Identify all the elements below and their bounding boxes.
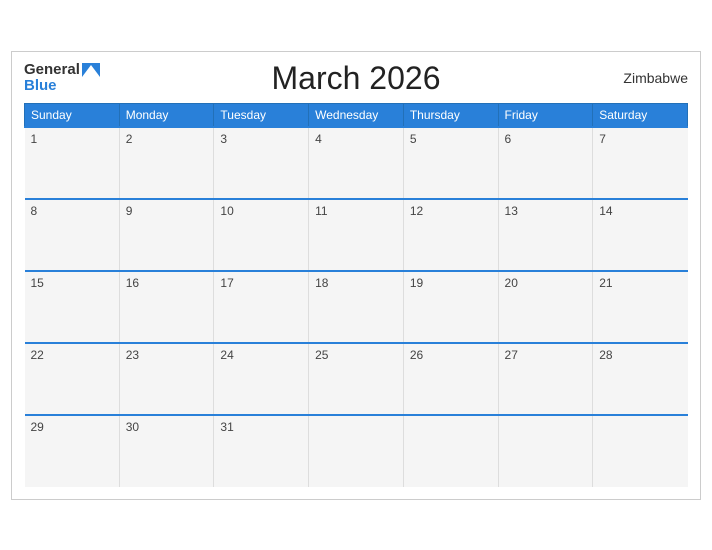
calendar-cell: 24 xyxy=(214,343,309,415)
calendar-cell: 12 xyxy=(403,199,498,271)
day-number: 21 xyxy=(599,276,612,290)
calendar-cell: 8 xyxy=(25,199,120,271)
day-number: 23 xyxy=(126,348,139,362)
weekday-header-row: SundayMondayTuesdayWednesdayThursdayFrid… xyxy=(25,103,688,127)
calendar-cell: 11 xyxy=(309,199,404,271)
day-number: 26 xyxy=(410,348,423,362)
calendar-cell: 6 xyxy=(498,127,593,199)
calendar-cell: 23 xyxy=(119,343,214,415)
logo-flag-icon xyxy=(82,63,100,77)
day-number: 15 xyxy=(31,276,44,290)
week-row-3: 15 16 17 18 19 20 21 xyxy=(25,271,688,343)
day-number: 11 xyxy=(315,204,327,218)
calendar-cell: 31 xyxy=(214,415,309,487)
weekday-header-friday: Friday xyxy=(498,103,593,127)
calendar-cell: 19 xyxy=(403,271,498,343)
calendar-cell: 9 xyxy=(119,199,214,271)
day-number: 2 xyxy=(126,132,133,146)
calendar-wrapper: General Blue March 2026 Zimbabwe SundayM… xyxy=(11,51,701,500)
day-number: 13 xyxy=(505,204,518,218)
calendar-cell xyxy=(403,415,498,487)
week-row-4: 22 23 24 25 26 27 28 xyxy=(25,343,688,415)
day-number: 31 xyxy=(220,420,233,434)
weekday-header-wednesday: Wednesday xyxy=(309,103,404,127)
calendar-cell xyxy=(498,415,593,487)
calendar-cell: 14 xyxy=(593,199,688,271)
logo-general-text: General xyxy=(24,62,80,79)
calendar-cell: 7 xyxy=(593,127,688,199)
week-row-2: 8 9 10 11 12 13 14 xyxy=(25,199,688,271)
day-number: 10 xyxy=(220,204,233,218)
day-number: 9 xyxy=(126,204,133,218)
weekday-header-thursday: Thursday xyxy=(403,103,498,127)
calendar-cell: 25 xyxy=(309,343,404,415)
calendar-cell: 3 xyxy=(214,127,309,199)
calendar-cell xyxy=(309,415,404,487)
day-number: 28 xyxy=(599,348,612,362)
day-number: 14 xyxy=(599,204,612,218)
day-number: 30 xyxy=(126,420,139,434)
calendar-cell: 21 xyxy=(593,271,688,343)
weekday-header-sunday: Sunday xyxy=(25,103,120,127)
day-number: 24 xyxy=(220,348,233,362)
calendar-header: General Blue March 2026 Zimbabwe xyxy=(24,62,688,95)
day-number: 27 xyxy=(505,348,518,362)
calendar-cell: 5 xyxy=(403,127,498,199)
weekday-header-monday: Monday xyxy=(119,103,214,127)
calendar-cell: 15 xyxy=(25,271,120,343)
calendar-cell: 26 xyxy=(403,343,498,415)
calendar-tbody: 1234567891011121314151617181920212223242… xyxy=(25,127,688,487)
calendar-cell: 28 xyxy=(593,343,688,415)
calendar-cell: 20 xyxy=(498,271,593,343)
day-number: 6 xyxy=(505,132,512,146)
calendar-cell: 4 xyxy=(309,127,404,199)
day-number: 12 xyxy=(410,204,423,218)
weekday-header-saturday: Saturday xyxy=(593,103,688,127)
day-number: 16 xyxy=(126,276,139,290)
day-number: 22 xyxy=(31,348,44,362)
calendar-cell: 29 xyxy=(25,415,120,487)
calendar-thead: SundayMondayTuesdayWednesdayThursdayFrid… xyxy=(25,103,688,127)
day-number: 7 xyxy=(599,132,606,146)
calendar-cell: 18 xyxy=(309,271,404,343)
calendar-cell: 22 xyxy=(25,343,120,415)
day-number: 3 xyxy=(220,132,227,146)
calendar-cell: 2 xyxy=(119,127,214,199)
calendar-cell: 1 xyxy=(25,127,120,199)
day-number: 18 xyxy=(315,276,328,290)
calendar-cell: 30 xyxy=(119,415,214,487)
day-number: 1 xyxy=(31,132,38,146)
day-number: 4 xyxy=(315,132,322,146)
week-row-5: 29 30 31 xyxy=(25,415,688,487)
calendar-cell: 17 xyxy=(214,271,309,343)
week-row-1: 1 2 3 4 5 6 7 xyxy=(25,127,688,199)
calendar-cell xyxy=(593,415,688,487)
country-label: Zimbabwe xyxy=(623,70,688,86)
day-number: 20 xyxy=(505,276,518,290)
logo-blue-text: Blue xyxy=(24,78,57,95)
day-number: 19 xyxy=(410,276,423,290)
calendar-cell: 10 xyxy=(214,199,309,271)
weekday-header-tuesday: Tuesday xyxy=(214,103,309,127)
day-number: 25 xyxy=(315,348,328,362)
logo: General Blue xyxy=(24,62,100,95)
calendar-table: SundayMondayTuesdayWednesdayThursdayFrid… xyxy=(24,103,688,487)
calendar-title: March 2026 xyxy=(272,60,441,97)
calendar-cell: 27 xyxy=(498,343,593,415)
day-number: 8 xyxy=(31,204,38,218)
calendar-cell: 16 xyxy=(119,271,214,343)
calendar-cell: 13 xyxy=(498,199,593,271)
day-number: 29 xyxy=(31,420,44,434)
day-number: 5 xyxy=(410,132,417,146)
day-number: 17 xyxy=(220,276,233,290)
